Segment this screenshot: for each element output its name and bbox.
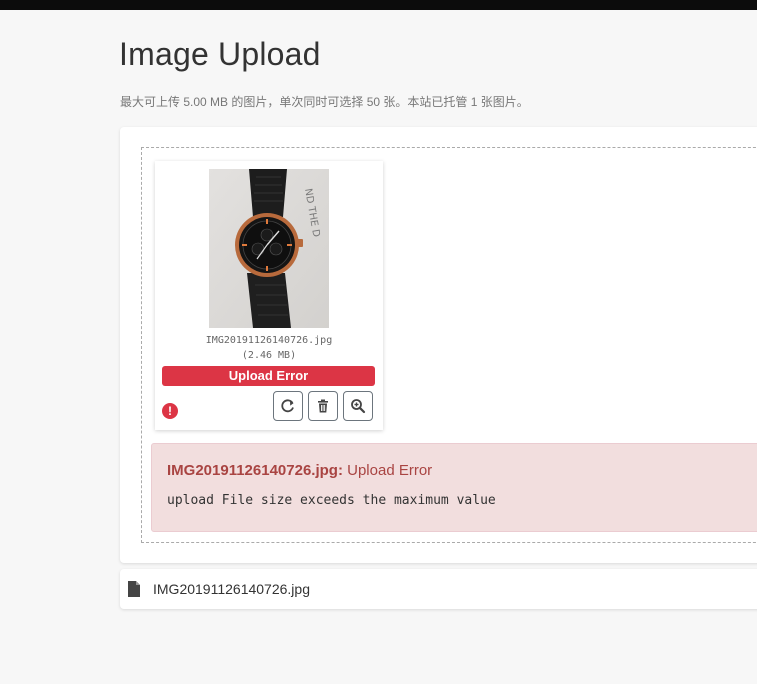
file-icon xyxy=(128,581,140,602)
alert-file-name: IMG20191126140726.jpg: xyxy=(167,462,343,479)
caption-file-name: IMG20191126140726.jpg xyxy=(153,581,310,597)
trash-icon xyxy=(318,399,328,413)
watch-photo-icon: ND THE D xyxy=(209,169,329,328)
preview-file-size: (2.46 MB) xyxy=(241,350,297,361)
preview-file-name: IMG20191126140726.jpg xyxy=(205,335,333,346)
delete-file-button[interactable] xyxy=(308,391,338,421)
upload-error-status: Upload Error xyxy=(162,366,375,386)
top-bar xyxy=(0,0,757,10)
alert-title: IMG20191126140726.jpg: Upload Error xyxy=(167,462,432,479)
upload-error-alert xyxy=(151,443,757,532)
alert-message: upload File size exceeds the maximum val… xyxy=(167,493,496,508)
page-title: Image Upload xyxy=(119,36,321,72)
zoom-in-icon xyxy=(351,399,366,414)
upload-limits-text: 最大可上传 5.00 MB 的图片，单次同时可选择 50 张。本站已托管 1 张… xyxy=(120,95,529,109)
refresh-icon xyxy=(281,399,294,413)
error-exclamation-icon: ! xyxy=(162,403,178,419)
retry-upload-button[interactable] xyxy=(273,391,303,421)
alert-title-suffix: Upload Error xyxy=(347,462,433,479)
preview-image[interactable]: ND THE D xyxy=(209,169,329,328)
zoom-preview-button[interactable] xyxy=(343,391,373,421)
